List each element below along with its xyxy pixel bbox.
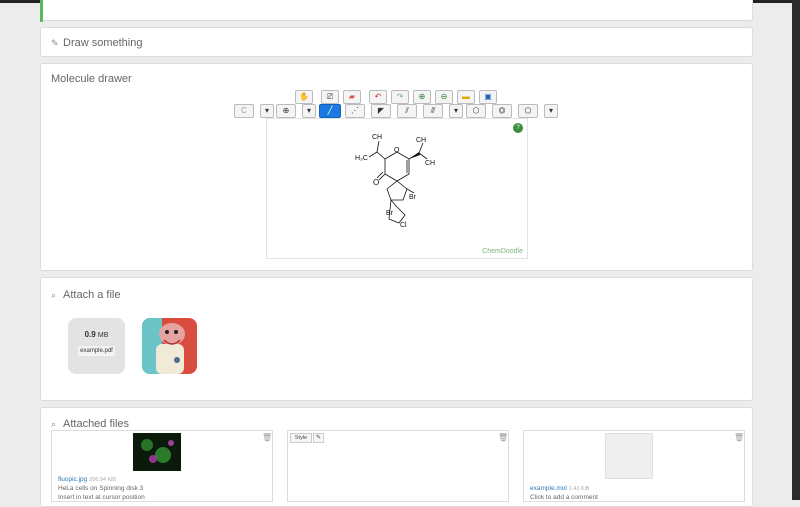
save-button[interactable]: ▣	[479, 90, 497, 104]
hash-bond-button[interactable]: ⋰	[345, 104, 365, 118]
undo-button[interactable]: ↶	[369, 90, 387, 104]
element-select[interactable]: C	[234, 104, 254, 118]
attached-file-card-2: Style ✎ 🗑	[287, 430, 509, 502]
cartoon-character-image	[142, 318, 185, 374]
delete-file-2-icon[interactable]: 🗑	[498, 433, 508, 442]
attached-files-section: ⌕ Attached files 🗑 fluopic.jpg 206.94 KiB…	[40, 407, 753, 507]
atom-label-ch3-b: CH	[416, 137, 426, 144]
cyclopentane-button[interactable]: ⬠	[518, 104, 538, 118]
triple-bond-button[interactable]: ⫻	[423, 104, 443, 118]
hand-tool-button[interactable]: ✋	[295, 90, 313, 104]
mol-file-thumbnail[interactable]	[605, 433, 653, 479]
draw-something-header[interactable]: ✎ Draw something	[51, 37, 142, 49]
pdf-file-size: 0.9 MB	[84, 330, 109, 339]
previous-section-card	[40, 0, 753, 22]
attached-file-card-3: 🗑 example.mol 1.43 KiB Click to add a co…	[523, 430, 745, 502]
fluorescence-image-thumbnail[interactable]	[133, 433, 181, 471]
delete-file-1-icon[interactable]: 🗑	[262, 433, 272, 442]
zoom-in-button[interactable]: ⊕	[413, 90, 431, 104]
molecule-structure: O CH CH CH H₃C O Br Br Cl	[355, 134, 435, 229]
attach-file-title: Attach a file	[63, 289, 121, 301]
file-3-info: example.mol 1.43 KiB	[530, 485, 589, 492]
file-1-comment[interactable]: HeLa cells on Spinning disk 3	[58, 485, 143, 492]
style-dropdown[interactable]: Style	[290, 433, 312, 443]
atom-label-ch3-a: CH	[372, 134, 382, 141]
zoom-out-button[interactable]: ⊖	[435, 90, 453, 104]
redo-button[interactable]: ↷	[391, 90, 409, 104]
file-1-info: fluopic.jpg 206.94 KiB	[58, 476, 116, 483]
pdf-file-name: example.pdf	[78, 346, 115, 356]
paperclip-icon: ⌕	[51, 419, 57, 429]
pencil-icon: ✎	[51, 38, 59, 48]
single-bond-button[interactable]: ╱	[319, 104, 341, 118]
attached-files-header: ⌕ Attached files	[51, 418, 129, 430]
clear-button[interactable]: ⎚	[321, 90, 339, 104]
benzene-button[interactable]: ⏣	[492, 104, 512, 118]
file-3-size: 1.43 KiB	[568, 486, 590, 492]
eraser-button[interactable]: ▰	[343, 90, 361, 104]
delete-file-3-icon[interactable]: 🗑	[734, 433, 744, 442]
attached-file-card-1: 🗑 fluopic.jpg 206.94 KiB HeLa cells on S…	[51, 430, 273, 502]
open-button[interactable]: ▬	[457, 90, 475, 104]
pdf-file-thumbnail[interactable]: 0.9 MB example.pdf	[68, 318, 125, 374]
cyclohexane-button[interactable]: ⬡	[466, 104, 486, 118]
charge-dropdown-button[interactable]: ▾	[302, 104, 316, 118]
window-right-edge	[792, 0, 800, 500]
attach-file-section: ⌕ Attach a file 0.9 MB example.pdf	[40, 277, 753, 401]
ring-dropdown-button[interactable]: ▾	[544, 104, 558, 118]
section-accent-bar	[40, 0, 43, 22]
molecule-drawer-title: Molecule drawer	[51, 73, 132, 85]
file-3-name[interactable]: example.mol	[530, 485, 567, 492]
chemdoodle-watermark: ChemDoodle	[482, 248, 523, 255]
wedge-bond-button[interactable]: ◤	[371, 104, 391, 118]
atom-label-br2: Br	[386, 210, 394, 217]
atom-label-cl: Cl	[400, 222, 407, 229]
atom-label-br1: Br	[409, 194, 417, 201]
edit-tool-button[interactable]: ✎	[313, 433, 324, 443]
file-1-name[interactable]: fluopic.jpg	[58, 476, 87, 483]
molecule-canvas[interactable]: ? O CH CH CH H₃C O Br Br Cl ChemDoodle	[266, 118, 528, 259]
atom-label-h3c: H₃C	[355, 155, 368, 162]
image-file-thumbnail[interactable]	[142, 318, 197, 374]
svg-text:O: O	[373, 178, 379, 187]
attach-file-header: ⌕ Attach a file	[51, 289, 120, 301]
file-1-size: 206.94 KiB	[89, 477, 117, 483]
atom-label-o: O	[394, 147, 400, 154]
double-bond-button[interactable]: ⫽	[397, 104, 417, 118]
attached-files-title: Attached files	[63, 418, 130, 430]
draw-something-section[interactable]: ✎ Draw something	[40, 27, 753, 57]
paperclip-icon: ⌕	[51, 290, 57, 300]
draw-something-title: Draw something	[63, 37, 143, 49]
charge-button[interactable]: ⊕	[276, 104, 296, 118]
element-dropdown-button[interactable]: ▾	[260, 104, 274, 118]
molecule-drawer-section: Molecule drawer ✋ ⎚ ▰ ↶ ↷ ⊕ ⊖ ▬ ▣ C ▾ ⊕ …	[40, 63, 753, 271]
atom-label-ch3-c: CH	[425, 160, 435, 167]
bond-dropdown-button[interactable]: ▾	[449, 104, 463, 118]
